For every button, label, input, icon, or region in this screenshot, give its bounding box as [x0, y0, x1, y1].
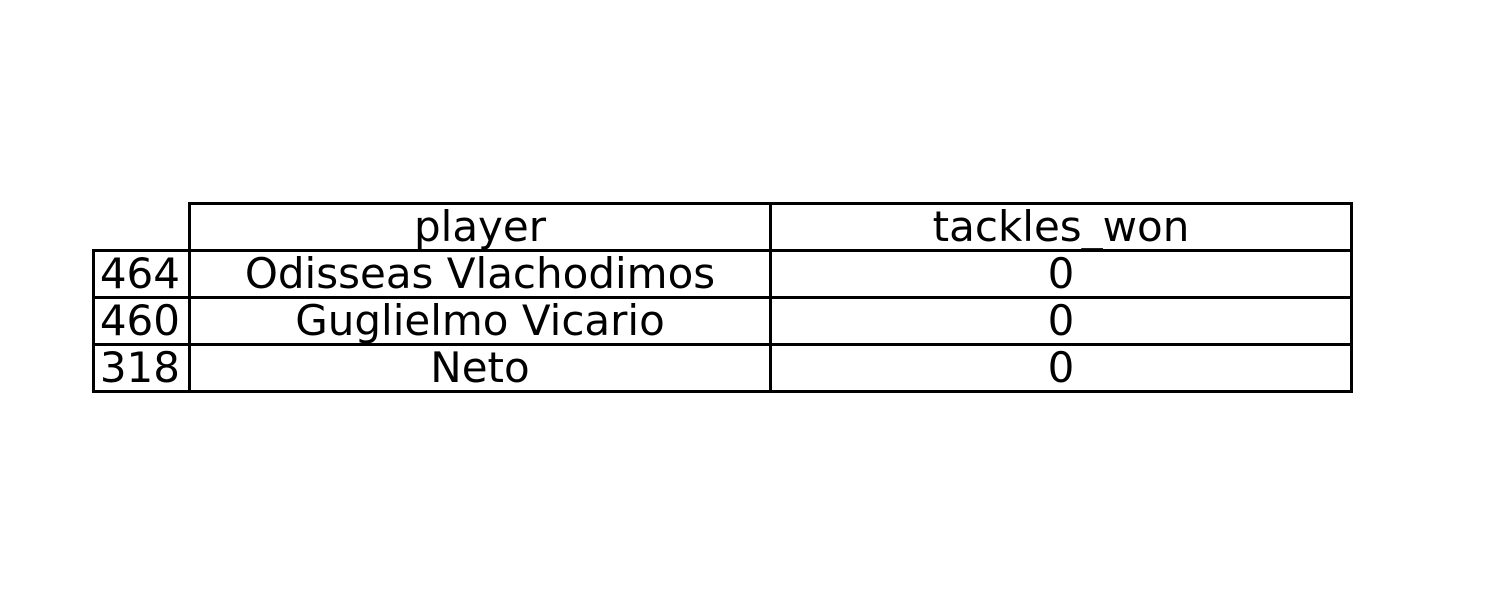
column-header-tackles-won: tackles_won: [769, 202, 1353, 252]
table-row: 464 Odisseas Vlachodimos 0: [92, 249, 1353, 299]
row-index: 460: [92, 296, 191, 346]
table-row: 318 Neto 0: [92, 343, 1353, 393]
cell-tackles-won: 0: [769, 343, 1353, 393]
table-header-row: player tackles_won: [93, 202, 1353, 252]
cell-player: Neto: [188, 343, 772, 393]
data-table: player tackles_won 464 Odisseas Vlachodi…: [92, 202, 1353, 393]
table-row: 460 Guglielmo Vicario 0: [92, 296, 1353, 346]
header-corner-cell: [93, 203, 191, 252]
cell-tackles-won: 0: [769, 249, 1353, 299]
cell-tackles-won: 0: [769, 296, 1353, 346]
cell-player: Odisseas Vlachodimos: [188, 249, 772, 299]
row-index: 318: [92, 343, 191, 393]
data-table-container: player tackles_won 464 Odisseas Vlachodi…: [92, 202, 1353, 393]
column-header-player: player: [188, 202, 772, 252]
row-index: 464: [92, 249, 191, 299]
cell-player: Guglielmo Vicario: [188, 296, 772, 346]
